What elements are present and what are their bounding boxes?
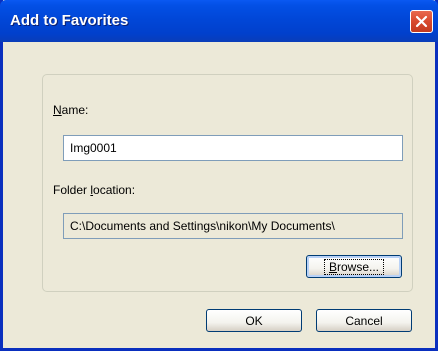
browse-button-label: Browse... [323, 258, 385, 275]
close-button[interactable] [410, 10, 433, 33]
cancel-button[interactable]: Cancel [316, 309, 412, 332]
folder-location-label: Folder location: [53, 183, 136, 197]
name-label: Name: [53, 103, 89, 117]
folder-location-field: C:\Documents and Settings\nikon\My Docum… [63, 213, 403, 239]
ok-button[interactable]: OK [206, 309, 302, 332]
name-input[interactable]: Img0001 [63, 135, 403, 161]
add-to-favorites-dialog: Add to Favorites Name: Img0001 Folder lo… [0, 0, 438, 351]
title-bar[interactable]: Add to Favorites [0, 0, 438, 42]
ok-button-label: OK [245, 313, 263, 328]
browse-button[interactable]: Browse... [306, 255, 402, 278]
close-icon [415, 15, 428, 28]
dialog-title: Add to Favorites [10, 12, 129, 29]
cancel-button-label: Cancel [345, 313, 383, 328]
